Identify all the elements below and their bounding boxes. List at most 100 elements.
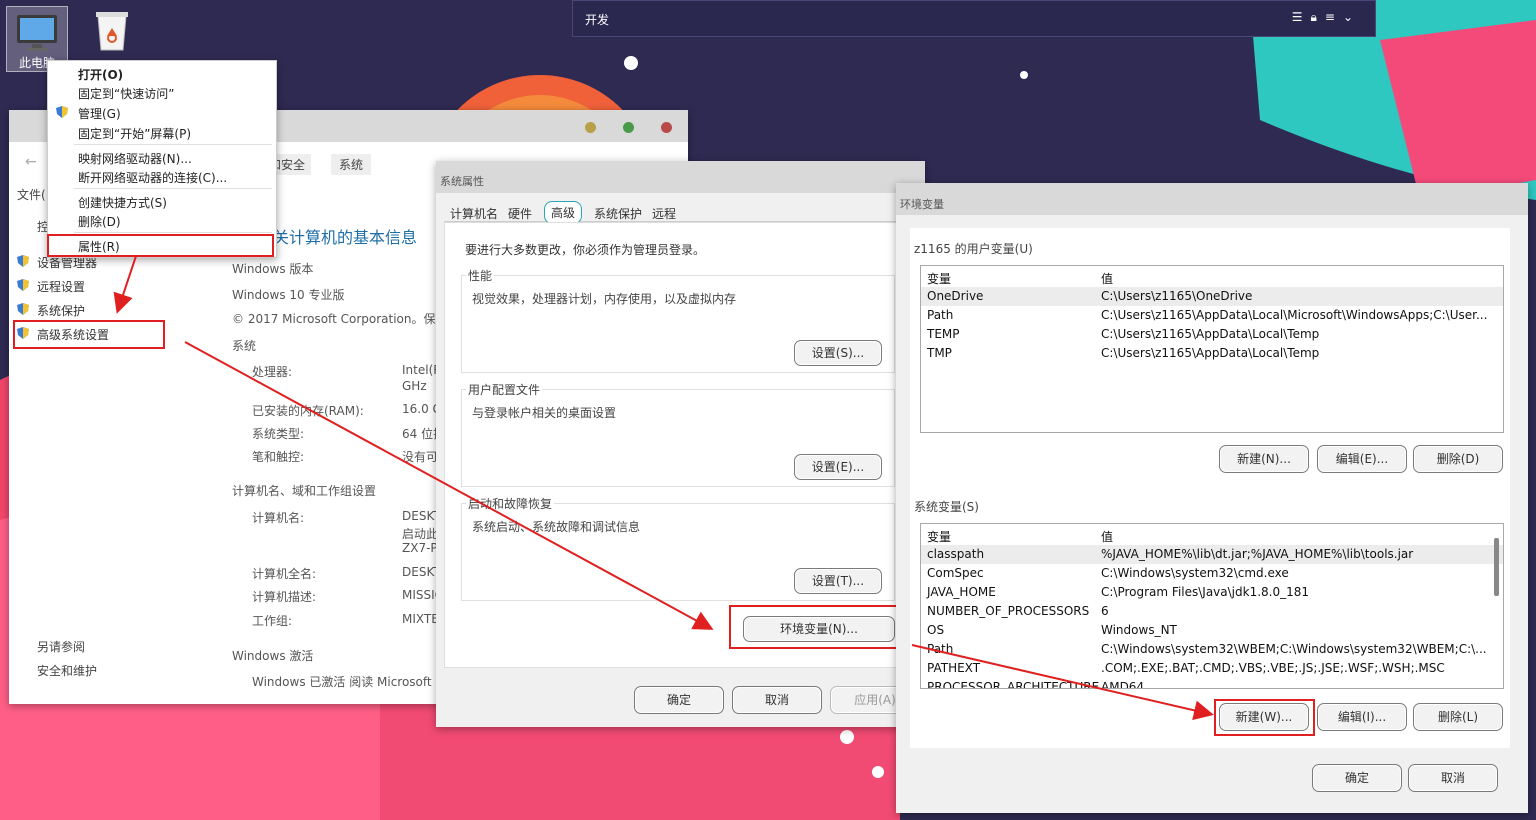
menu-item-pin-quick-access[interactable]: 固定到“快速访问” — [78, 85, 174, 102]
performance-settings-button[interactable]: 设置(S)... — [794, 340, 882, 366]
table-row[interactable]: TEMP C:\Users\z1165\AppData\Local\Temp — [921, 325, 1503, 344]
fullname-label: 计算机全名: — [252, 567, 317, 581]
var-name: OS — [927, 623, 945, 637]
table-row[interactable]: TMP C:\Users\z1165\AppData\Local\Temp — [921, 344, 1503, 363]
var-value: AMD64 — [1101, 680, 1145, 689]
close-button[interactable] — [661, 122, 672, 133]
table-row[interactable]: classpath %JAVA_HOME%\lib\dt.jar;%JAVA_H… — [921, 545, 1503, 564]
var-value: 6 — [1101, 604, 1109, 618]
menu-item-disconnect-drive[interactable]: 断开网络驱动器的连接(C)... — [78, 169, 227, 186]
recycle-bin-icon — [96, 12, 128, 51]
profile-desc: 与登录帐户相关的桌面设置 — [472, 406, 617, 420]
highlight-properties — [47, 234, 274, 257]
user-delete-button[interactable]: 删除(D) — [1413, 445, 1503, 473]
sidebar-item-system-protection[interactable]: 系统保护 — [37, 302, 85, 319]
sysprops-ok-button[interactable]: 确定 — [634, 686, 724, 714]
var-value: .COM;.EXE;.BAT;.CMD;.VBS;.VBE;.JS;.JSE;.… — [1101, 661, 1445, 675]
tab-computer-name[interactable]: 计算机名 — [450, 205, 498, 222]
table-row[interactable]: PATHEXT .COM;.EXE;.BAT;.CMD;.VBS;.VBE;.J… — [921, 659, 1503, 678]
var-name: OneDrive — [927, 289, 984, 303]
system-vars-header: 变量 值 — [921, 526, 1503, 545]
table-row[interactable]: JAVA_HOME C:\Program Files\Java\jdk1.8.0… — [921, 583, 1503, 602]
envvars-cancel-button[interactable]: 取消 — [1408, 764, 1498, 792]
menu-item-open[interactable]: 打开(O) — [78, 66, 123, 83]
topbar-icons: ☰🔒︎≡⌄ — [1292, 10, 1361, 25]
menu-item-create-shortcut[interactable]: 创建快捷方式(S) — [78, 194, 167, 211]
system-properties-dialog: 系统属性 计算机名 硬件 高级 系统保护 远程 要进行大多数更改，你必须作为管理… — [436, 161, 925, 727]
compname-value-2: 启动此 — [402, 527, 439, 541]
envvars-ok-button[interactable]: 确定 — [1312, 764, 1402, 792]
highlight-system-new — [1214, 699, 1315, 736]
system-vars-list[interactable]: 变量 值 classpath %JAVA_HOME%\lib\dt.jar;%J… — [920, 523, 1504, 689]
var-name: NUMBER_OF_PROCESSORS — [927, 604, 1090, 618]
tab-system-protection[interactable]: 系统保护 — [594, 205, 642, 222]
var-name: Path — [927, 642, 954, 656]
processor-label: 处理器: — [252, 365, 293, 379]
see-also-security[interactable]: 安全和维护 — [37, 662, 97, 679]
var-name: PATHEXT — [927, 661, 981, 675]
system-edit-button[interactable]: 编辑(I)... — [1317, 703, 1407, 731]
lock-icon[interactable]: 🔒︎ — [1310, 10, 1324, 24]
table-row[interactable]: OS Windows_NT — [921, 621, 1503, 640]
sysprops-titlebar[interactable]: 系统属性 — [436, 161, 925, 193]
user-edit-button[interactable]: 编辑(E)... — [1317, 445, 1407, 473]
var-value: C:\Program Files\Java\jdk1.8.0_181 — [1101, 585, 1310, 599]
desktop-topbar: 开发 ☰🔒︎≡⌄ — [572, 0, 1376, 37]
edition-title: Windows 版本 — [232, 262, 314, 276]
system-vars-scrollbar[interactable] — [1494, 538, 1499, 596]
profile-settings-button[interactable]: 设置(E)... — [794, 454, 882, 480]
col-variable: 变量 — [927, 272, 952, 286]
profile-group: 用户配置文件 与登录帐户相关的桌面设置 设置(E)... — [461, 381, 895, 487]
performance-desc: 视觉效果，处理器计划，内存使用，以及虚拟内存 — [472, 292, 737, 306]
compname-label: 计算机名: — [252, 511, 305, 525]
var-value: C:\Users\z1165\AppData\Local\Temp — [1101, 346, 1320, 360]
file-menu[interactable]: 文件( — [17, 186, 46, 203]
table-row[interactable]: OneDrive C:\Users\z1165\OneDrive — [921, 287, 1503, 306]
see-also-title: 另请参阅 — [37, 640, 86, 654]
var-name: PROCESSOR_ARCHITECTURE — [927, 680, 1100, 689]
table-row[interactable]: PROCESSOR_ARCHITECTURE AMD64 — [921, 678, 1503, 689]
envvars-titlebar[interactable]: 环境变量 — [896, 183, 1528, 215]
startup-settings-button[interactable]: 设置(T)... — [794, 568, 882, 594]
topbar-title: 开发 — [585, 13, 610, 27]
list-icon[interactable]: ☰ — [1292, 10, 1311, 24]
table-row[interactable]: NUMBER_OF_PROCESSORS 6 — [921, 602, 1503, 621]
back-arrow-icon[interactable]: ← — [25, 154, 37, 170]
var-name: classpath — [927, 547, 985, 561]
var-value: C:\Users\z1165\OneDrive — [1101, 289, 1253, 303]
var-name: TEMP — [927, 327, 960, 341]
var-value: C:\Windows\system32\WBEM;C:\Windows\syst… — [1101, 642, 1487, 656]
shield-icon — [17, 303, 29, 315]
desc-label: 计算机描述: — [252, 590, 317, 604]
user-vars-list[interactable]: 变量 值 OneDrive C:\Users\z1165\OneDrive Pa… — [920, 265, 1504, 433]
sysprops-cancel-button[interactable]: 取消 — [732, 686, 822, 714]
user-new-button[interactable]: 新建(N)... — [1219, 445, 1309, 473]
maximize-button[interactable] — [623, 122, 634, 133]
table-row[interactable]: Path C:\Windows\system32\WBEM;C:\Windows… — [921, 640, 1503, 659]
menu-item-delete[interactable]: 删除(D) — [78, 213, 121, 230]
breadcrumb-system[interactable]: 系统 — [331, 154, 372, 175]
var-value: C:\Users\z1165\AppData\Local\Temp — [1101, 327, 1320, 341]
menu-item-manage[interactable]: 管理(G) — [78, 105, 121, 122]
table-row[interactable]: Path C:\Users\z1165\AppData\Local\Micros… — [921, 306, 1503, 325]
col-value: 值 — [1101, 272, 1114, 286]
var-value: C:\Windows\system32\cmd.exe — [1101, 566, 1289, 580]
highlight-env-button — [729, 605, 899, 649]
tab-remote[interactable]: 远程 — [652, 205, 676, 222]
menu-icon[interactable]: ≡ — [1325, 10, 1343, 24]
admin-note: 要进行大多数更改，你必须作为管理员登录。 — [465, 243, 706, 257]
menu-item-pin-start[interactable]: 固定到“开始”屏幕(P) — [78, 125, 191, 142]
menu-item-map-drive[interactable]: 映射网络驱动器(N)... — [78, 150, 192, 167]
tab-hardware[interactable]: 硬件 — [508, 205, 532, 222]
system-delete-button[interactable]: 删除(L) — [1413, 703, 1503, 731]
table-row[interactable]: ComSpec C:\Windows\system32\cmd.exe — [921, 564, 1503, 583]
user-vars-title: z1165 的用户变量(U) — [914, 242, 1033, 256]
sidebar-item-remote-settings[interactable]: 远程设置 — [37, 278, 85, 295]
chevron-down-icon[interactable]: ⌄ — [1343, 10, 1361, 24]
tab-advanced[interactable]: 高级 — [544, 201, 583, 224]
profile-title: 用户配置文件 — [466, 381, 543, 398]
envvars-title: 环境变量 — [900, 198, 944, 211]
envvars-panel: z1165 的用户变量(U) 变量 值 OneDrive C:\Users\z1… — [910, 228, 1510, 748]
minimize-button[interactable] — [585, 122, 596, 133]
menu-separator — [74, 144, 272, 145]
